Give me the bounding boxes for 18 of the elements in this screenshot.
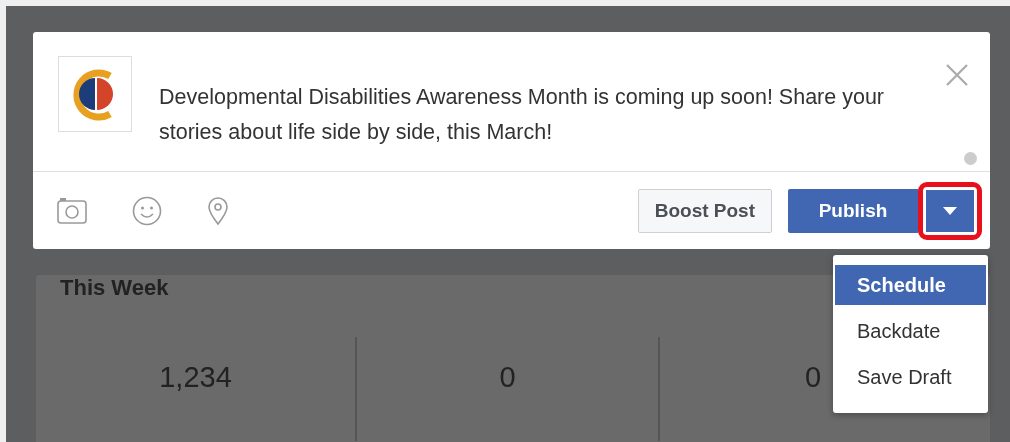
location-pin-icon[interactable] [207, 195, 229, 226]
boost-post-button[interactable]: Boost Post [637, 188, 772, 233]
publish-button[interactable]: Publish [788, 188, 918, 233]
close-icon[interactable] [945, 63, 969, 87]
logo-icon [58, 56, 132, 132]
stat-value: 0 [805, 361, 822, 395]
menu-item[interactable]: Backdate [835, 311, 986, 351]
post-text[interactable]: Developmental Disabilities Awareness Month is coming up soon! Share your stories about life side by side, this March! [159, 80, 949, 150]
stats-title: This Week [60, 275, 169, 301]
caret-icon [943, 206, 957, 215]
menu-item[interactable]: Save Draft [835, 357, 986, 397]
stat-value: 0 [499, 361, 516, 395]
dropdown-button[interactable] [926, 189, 974, 232]
resize-handle[interactable] [964, 152, 977, 165]
stat-value: 1,234 [159, 361, 232, 395]
smiley-icon[interactable] [132, 195, 162, 226]
camera-icon[interactable] [57, 197, 87, 224]
menu-item[interactable]: Schedule [835, 265, 986, 305]
